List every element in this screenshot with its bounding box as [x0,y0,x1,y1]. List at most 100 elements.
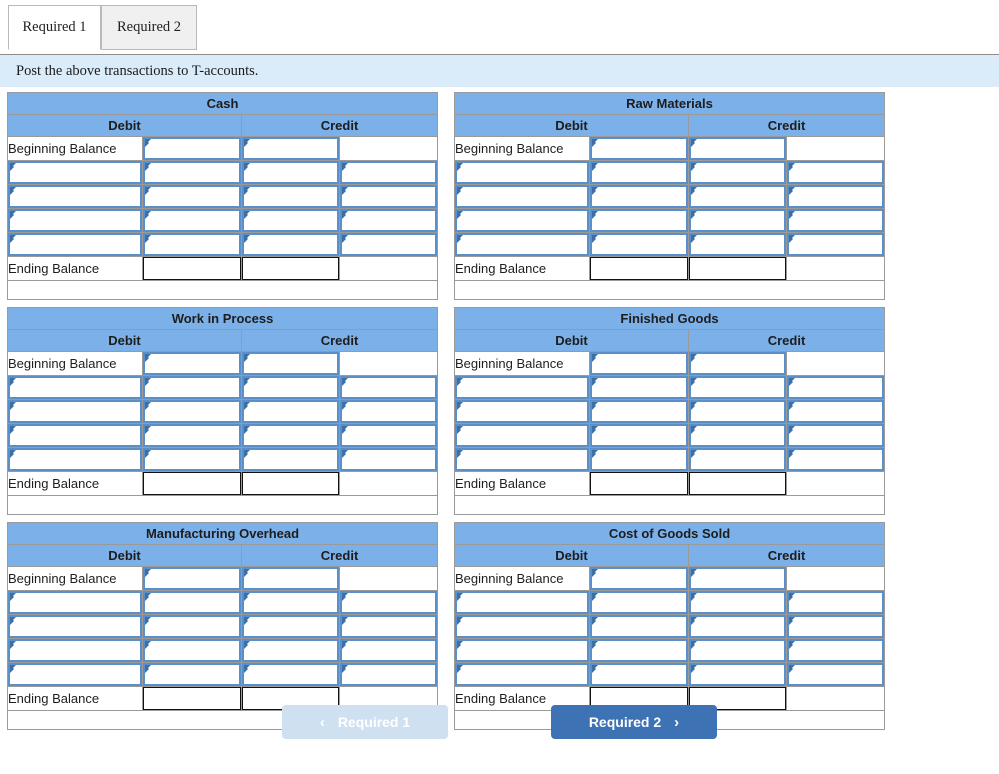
entry-debit-label-input[interactable] [7,184,143,209]
entry-debit-amount-input[interactable] [142,375,242,400]
entry-debit-amount-input[interactable] [589,423,689,448]
entry-debit-label-input[interactable] [454,160,590,185]
entry-credit-amount-input[interactable] [785,208,886,233]
entry-credit-label-input[interactable] [241,590,340,615]
ending-balance-debit-total[interactable] [589,256,689,281]
entry-credit-amount-input[interactable] [338,399,439,424]
beginning-balance-credit-label-input[interactable] [241,566,340,591]
entry-debit-amount-input[interactable] [589,590,689,615]
entry-credit-label-input[interactable] [688,160,787,185]
beginning-balance-debit-input[interactable] [142,566,242,591]
entry-debit-label-input[interactable] [7,447,143,472]
beginning-balance-credit-label-input[interactable] [241,351,340,376]
entry-credit-label-input[interactable] [688,232,787,257]
entry-debit-amount-input[interactable] [589,662,689,687]
ending-balance-credit-total[interactable] [241,256,340,281]
entry-credit-label-input[interactable] [241,375,340,400]
entry-debit-label-input[interactable] [7,662,143,687]
entry-credit-label-input[interactable] [688,208,787,233]
entry-debit-amount-input[interactable] [142,614,242,639]
entry-credit-label-input[interactable] [688,184,787,209]
ending-balance-debit-total[interactable] [142,256,242,281]
entry-credit-label-input[interactable] [688,399,787,424]
entry-credit-amount-input[interactable] [338,662,439,687]
entry-credit-label-input[interactable] [241,662,340,687]
tab-required-1[interactable]: Required 1 [8,5,101,50]
entry-debit-amount-input[interactable] [142,447,242,472]
entry-debit-label-input[interactable] [7,160,143,185]
entry-debit-label-input[interactable] [454,590,590,615]
entry-debit-label-input[interactable] [454,638,590,663]
entry-debit-label-input[interactable] [454,447,590,472]
ending-balance-debit-total[interactable] [142,471,242,496]
entry-debit-amount-input[interactable] [142,399,242,424]
entry-credit-label-input[interactable] [241,160,340,185]
entry-debit-amount-input[interactable] [589,447,689,472]
beginning-balance-debit-input[interactable] [589,136,689,161]
entry-credit-amount-input[interactable] [785,160,886,185]
entry-debit-label-input[interactable] [454,662,590,687]
entry-debit-amount-input[interactable] [589,375,689,400]
entry-credit-amount-input[interactable] [785,447,886,472]
ending-balance-credit-total[interactable] [688,256,787,281]
entry-debit-amount-input[interactable] [142,423,242,448]
entry-debit-amount-input[interactable] [589,638,689,663]
entry-debit-label-input[interactable] [7,423,143,448]
entry-credit-amount-input[interactable] [338,614,439,639]
entry-debit-amount-input[interactable] [142,184,242,209]
entry-credit-label-input[interactable] [241,423,340,448]
entry-debit-label-input[interactable] [7,208,143,233]
entry-debit-amount-input[interactable] [142,208,242,233]
entry-debit-label-input[interactable] [7,590,143,615]
beginning-balance-credit-label-input[interactable] [688,566,787,591]
entry-credit-amount-input[interactable] [785,614,886,639]
entry-debit-amount-input[interactable] [142,232,242,257]
entry-credit-label-input[interactable] [241,399,340,424]
entry-debit-amount-input[interactable] [589,614,689,639]
entry-credit-label-input[interactable] [688,590,787,615]
beginning-balance-credit-label-input[interactable] [241,136,340,161]
tab-required-2[interactable]: Required 2 [101,5,197,50]
entry-debit-label-input[interactable] [7,375,143,400]
entry-credit-label-input[interactable] [241,208,340,233]
entry-debit-amount-input[interactable] [589,208,689,233]
entry-debit-label-input[interactable] [454,399,590,424]
entry-credit-amount-input[interactable] [785,399,886,424]
entry-credit-amount-input[interactable] [338,232,439,257]
beginning-balance-debit-input[interactable] [589,351,689,376]
entry-credit-label-input[interactable] [688,447,787,472]
entry-debit-amount-input[interactable] [589,160,689,185]
entry-credit-amount-input[interactable] [785,662,886,687]
ending-balance-credit-total[interactable] [688,471,787,496]
entry-credit-amount-input[interactable] [338,375,439,400]
entry-credit-label-input[interactable] [688,375,787,400]
entry-debit-label-input[interactable] [454,208,590,233]
prev-required-1-button[interactable]: ‹ Required 1 [282,705,448,739]
next-required-2-button[interactable]: Required 2 › [551,705,717,739]
entry-debit-amount-input[interactable] [142,590,242,615]
entry-credit-label-input[interactable] [241,184,340,209]
entry-debit-label-input[interactable] [454,614,590,639]
entry-debit-amount-input[interactable] [142,638,242,663]
entry-debit-label-input[interactable] [7,232,143,257]
beginning-balance-credit-label-input[interactable] [688,136,787,161]
entry-debit-label-input[interactable] [454,423,590,448]
entry-credit-amount-input[interactable] [338,423,439,448]
entry-credit-amount-input[interactable] [785,375,886,400]
entry-credit-label-input[interactable] [241,232,340,257]
entry-credit-amount-input[interactable] [785,184,886,209]
entry-credit-amount-input[interactable] [338,160,439,185]
entry-credit-amount-input[interactable] [785,232,886,257]
entry-credit-amount-input[interactable] [338,447,439,472]
entry-credit-amount-input[interactable] [338,590,439,615]
entry-debit-label-input[interactable] [7,399,143,424]
entry-debit-label-input[interactable] [7,638,143,663]
entry-credit-amount-input[interactable] [785,638,886,663]
ending-balance-debit-total[interactable] [589,471,689,496]
entry-credit-amount-input[interactable] [338,208,439,233]
entry-credit-label-input[interactable] [241,447,340,472]
entry-credit-label-input[interactable] [688,614,787,639]
entry-debit-amount-input[interactable] [589,184,689,209]
entry-debit-amount-input[interactable] [142,662,242,687]
beginning-balance-credit-label-input[interactable] [688,351,787,376]
